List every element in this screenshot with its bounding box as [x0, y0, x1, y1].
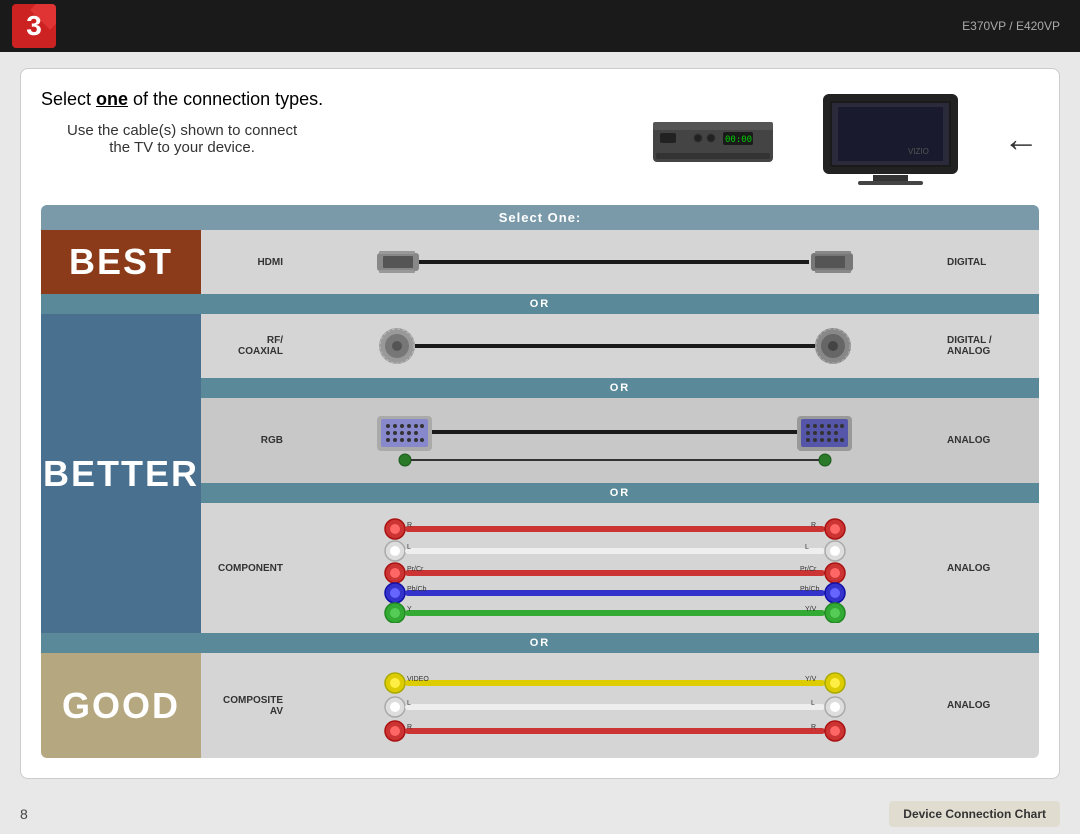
composite-cable-visual: VIDEO L R Y/V L R	[291, 663, 939, 748]
composite-right-label: ANALOG	[947, 700, 1027, 711]
hdmi-cable-svg	[291, 243, 939, 281]
chart-label: Device Connection Chart	[889, 801, 1060, 827]
intro-heading: Select one of the connection types.	[41, 89, 323, 110]
hdmi-row: HDMI	[201, 230, 1039, 294]
svg-text:L: L	[407, 700, 411, 707]
intro-subtext: Use the cable(s) shown to connectthe TV …	[41, 122, 323, 156]
arrow-icon: ←	[1003, 118, 1039, 160]
better-connections: RF/COAXIAL	[201, 314, 1039, 633]
connection-chart: Select One: BEST HDMI	[41, 205, 1039, 758]
svg-text:VIDEO: VIDEO	[407, 676, 429, 683]
component-cable-visual: R L Pr/Cr Pb/Cb Y R L Pr/Cr Pb/Cb Y/V	[291, 513, 939, 623]
footer: 8 Device Connection Chart	[0, 795, 1080, 833]
step-number: 3	[26, 10, 42, 42]
coaxial-cable-visual	[291, 324, 939, 368]
composite-left-label: COMPOSITEAV	[213, 695, 283, 717]
svg-text:Pb/Cb: Pb/Cb	[800, 586, 820, 593]
coaxial-left-label: RF/COAXIAL	[213, 335, 283, 357]
better-section: BETTER RF/COAXIAL	[41, 314, 1039, 633]
svg-text:00:00: 00:00	[725, 135, 752, 145]
coaxial-row: RF/COAXIAL	[201, 314, 1039, 378]
good-connections: COMPOSITEAV	[201, 653, 1039, 758]
composite-cable-svg: VIDEO L R Y/V L R	[291, 663, 939, 748]
one-underline: one	[96, 89, 128, 109]
step-badge: 3	[12, 4, 56, 48]
best-label: BEST	[41, 230, 201, 294]
composite-row: COMPOSITEAV	[201, 653, 1039, 758]
intro-section: Select one of the connection types. Use …	[41, 89, 1039, 189]
rgb-cable-svg	[291, 408, 939, 473]
svg-text:Pr/Cr: Pr/Cr	[407, 566, 424, 573]
or-divider-1: OR	[41, 294, 1039, 314]
hdmi-right-label: DIGITAL	[947, 257, 1027, 268]
or-divider-3: OR	[201, 483, 1039, 503]
rgb-row: RGB	[201, 398, 1039, 483]
best-connections: HDMI	[201, 230, 1039, 294]
rgb-cable-visual	[291, 408, 939, 473]
component-right-label: ANALOG	[947, 563, 1027, 574]
page-number: 8	[20, 806, 28, 822]
or-divider-2: OR	[201, 378, 1039, 398]
svg-text:L: L	[811, 700, 815, 707]
svg-text:L: L	[805, 544, 809, 551]
main-content: Select one of the connection types. Use …	[20, 68, 1060, 779]
svg-text:R: R	[811, 724, 816, 731]
svg-text:R: R	[811, 522, 816, 529]
svg-text:Y/V: Y/V	[805, 676, 817, 683]
good-section: GOOD COMPOSITEAV	[41, 653, 1039, 758]
best-section: BEST HDMI	[41, 230, 1039, 294]
component-left-label: COMPONENT	[213, 563, 283, 574]
svg-text:R: R	[407, 724, 412, 731]
good-label: GOOD	[41, 653, 201, 758]
svg-text:L: L	[407, 544, 411, 551]
hdmi-cable-visual	[291, 240, 939, 284]
svg-text:Y/V: Y/V	[805, 606, 817, 613]
header-bar: 3 E370VP / E420VP	[0, 0, 1080, 52]
cable-box-icon: 00:00	[648, 107, 778, 172]
svg-text:Y: Y	[407, 606, 412, 613]
tv-icon: VIZIO	[818, 89, 963, 189]
component-row: COMPONENT	[201, 503, 1039, 633]
device-images: 00:00 VIZIO ←	[648, 89, 1039, 189]
rgb-right-label: ANALOG	[947, 435, 1027, 446]
coaxial-cable-svg	[291, 324, 939, 368]
better-label: BETTER	[41, 314, 201, 633]
svg-text:R: R	[407, 522, 412, 529]
svg-text:VIZIO: VIZIO	[908, 147, 929, 156]
component-cable-svg: R L Pr/Cr Pb/Cb Y R L Pr/Cr Pb/Cb Y/V	[291, 513, 939, 623]
intro-text: Select one of the connection types. Use …	[41, 89, 323, 156]
rgb-left-label: RGB	[213, 435, 283, 446]
svg-text:Pb/Cb: Pb/Cb	[407, 586, 427, 593]
select-one-label: Select One:	[499, 210, 582, 225]
coaxial-right-label: DIGITAL /ANALOG	[947, 335, 1027, 357]
or-divider-4: OR	[41, 633, 1039, 653]
hdmi-left-label: HDMI	[213, 257, 283, 268]
select-one-bar: Select One:	[41, 205, 1039, 230]
svg-text:Pr/Cr: Pr/Cr	[800, 566, 817, 573]
model-number: E370VP / E420VP	[962, 19, 1060, 33]
